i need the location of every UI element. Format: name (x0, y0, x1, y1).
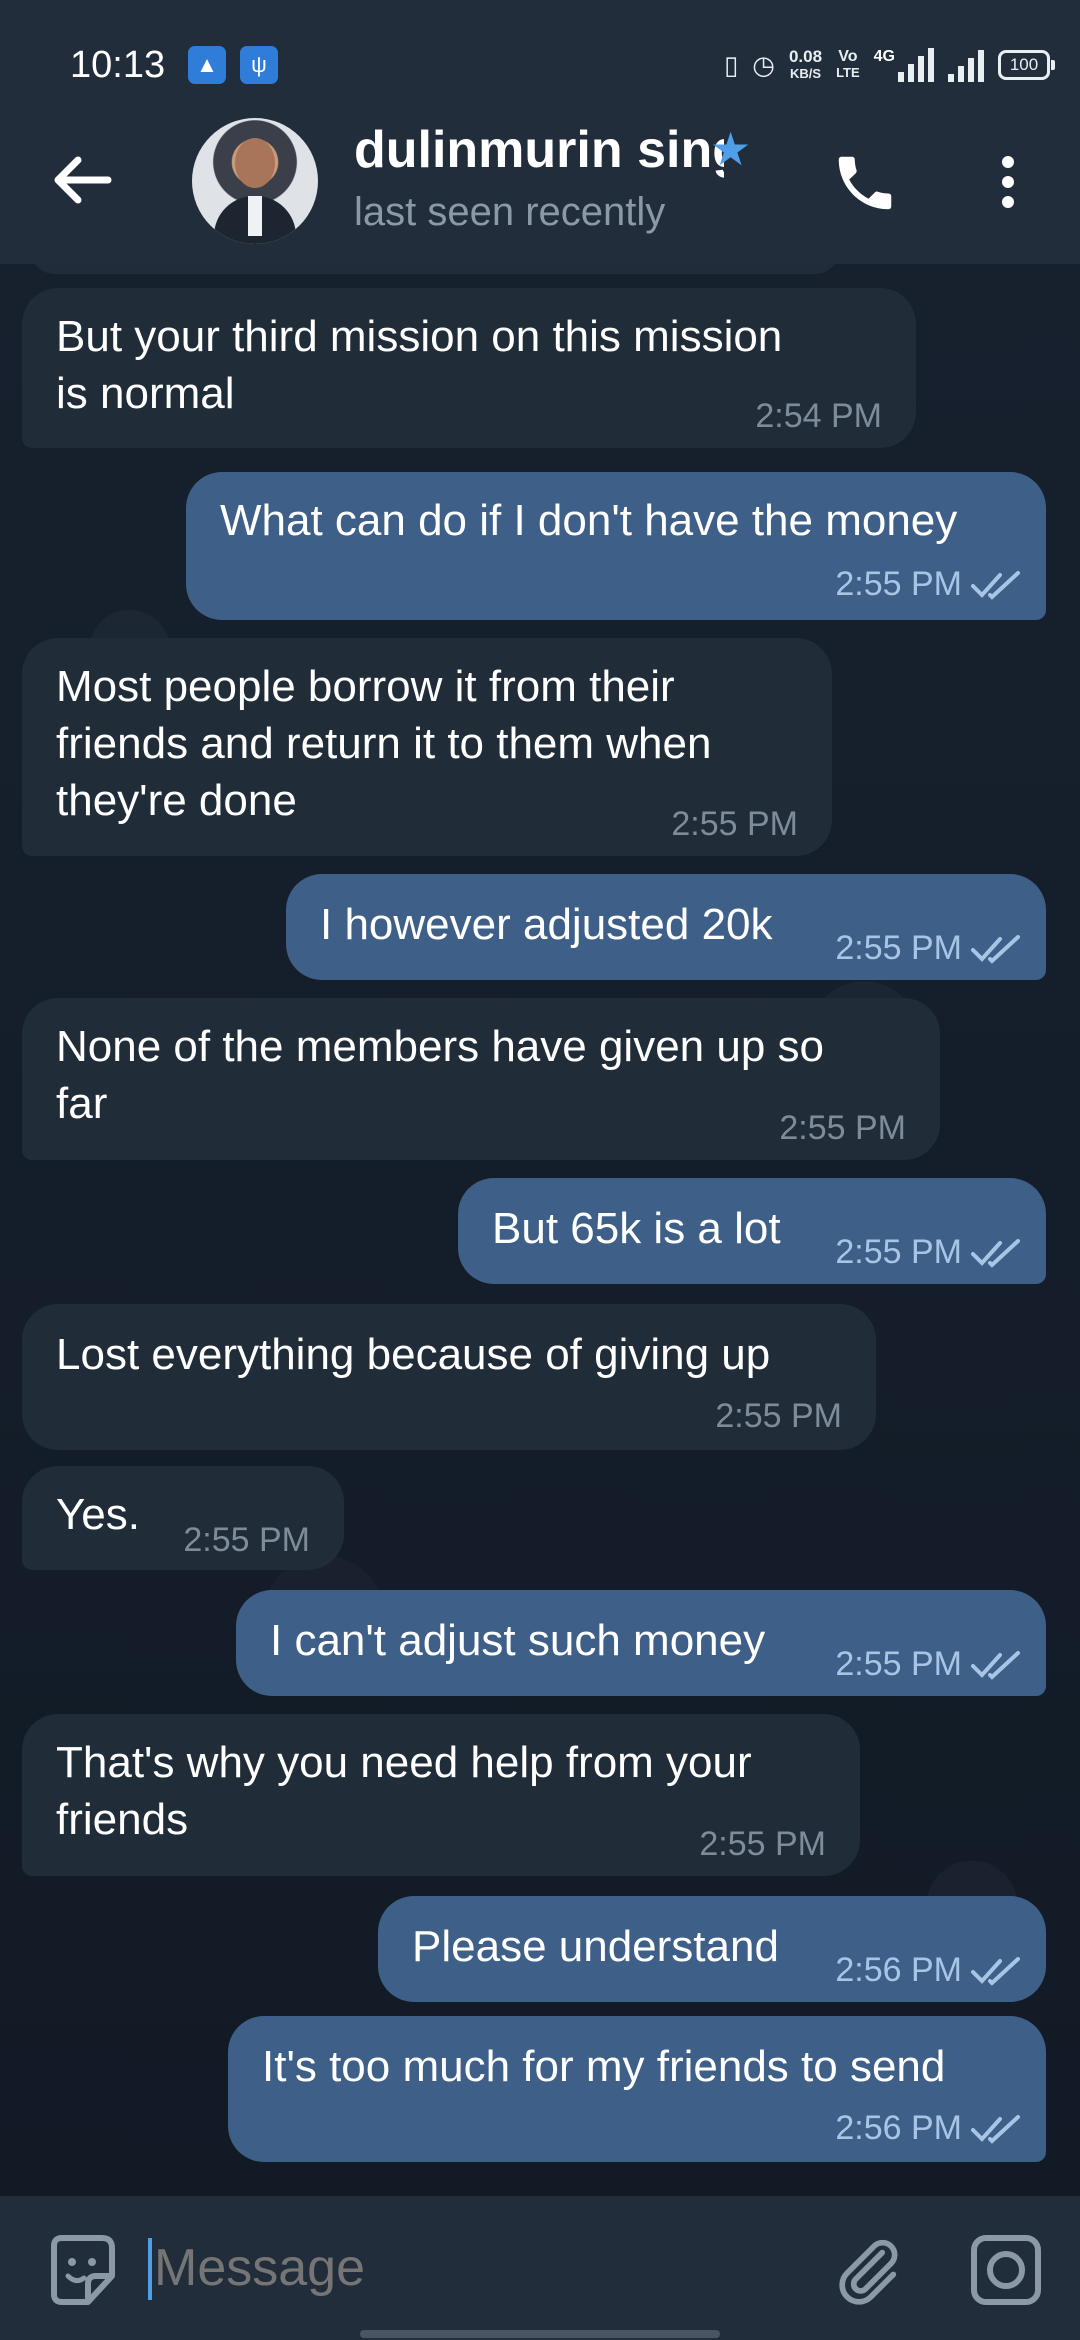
contact-last-seen: last seen recently (354, 190, 666, 234)
volte-indicator: Vo LTE (836, 49, 860, 81)
more-dot (1002, 156, 1014, 168)
message-text: What can do if I don't have the money (220, 496, 958, 545)
read-checkmarks-icon (971, 1651, 1020, 1680)
top-bar: 10:13 ▲ ψ ▯ ◷ 0.08 KB/S Vo LTE 4G 100 du… (0, 0, 1080, 264)
read-checkmarks-icon (971, 935, 1020, 964)
message-text: I can't adjust such money (270, 1616, 766, 1665)
message-composer (0, 2196, 1080, 2340)
message-text: But your third mission on this mission i… (56, 312, 783, 418)
message-text: Most people borrow it from their friends… (56, 662, 712, 825)
star-icon: ★ (710, 123, 752, 175)
read-checkmarks-icon (971, 1957, 1020, 1986)
more-dot (1002, 176, 1014, 188)
message-text: None of the members have given up so far (56, 1022, 825, 1128)
read-checkmarks-icon (971, 1239, 1020, 1268)
network-speed-value: 0.08 (788, 47, 823, 66)
usb-notification-icon: ψ (240, 46, 278, 84)
network-type-label: 4G (873, 48, 895, 65)
status-icons: ▯ ◷ 0.08 KB/S Vo LTE 4G 100 (723, 42, 1055, 88)
message-bubble-incoming[interactable]: That's why you need help from your frien… (22, 1714, 860, 1876)
instant-camera-icon (971, 2235, 1041, 2305)
message-time: 2:55 PM (183, 1521, 310, 1559)
message-time: 2:55 PM (671, 805, 798, 843)
message-time: 2:55 PM (715, 1397, 842, 1435)
avatar[interactable] (192, 118, 318, 244)
attach-button[interactable] (830, 2232, 906, 2308)
paperclip-icon (839, 2239, 898, 2305)
more-options-button[interactable] (990, 150, 1026, 216)
contact-name[interactable]: dulinmurin sing (354, 118, 724, 182)
camera-button[interactable] (968, 2232, 1044, 2308)
message-time: 2:55 PM (835, 1233, 962, 1271)
alarm-icon: ◷ (752, 50, 775, 80)
sticker-button[interactable] (44, 2232, 120, 2308)
network-speed-unit: KB/S (789, 66, 822, 81)
message-time: 2:56 PM (835, 1951, 962, 1989)
android-notification-icon: ▲ (188, 46, 226, 84)
call-button[interactable] (830, 148, 900, 218)
status-bar: 10:13 ▲ ψ ▯ ◷ 0.08 KB/S Vo LTE 4G 100 (0, 0, 1080, 130)
message-bubble-incoming[interactable]: But your third mission on this mission i… (22, 288, 916, 448)
battery-icon: 100 (998, 50, 1055, 80)
message-bubble-outgoing[interactable]: What can do if I don't have the money 2:… (186, 472, 1046, 620)
avatar-face (235, 138, 275, 188)
message-bubble-incoming[interactable]: Lost everything because of giving up 2:5… (22, 1304, 876, 1450)
message-bubble-incoming[interactable]: Yes. 2:55 PM (22, 1466, 344, 1570)
sticker-smile-icon (51, 2235, 115, 2305)
message-time: 2:55 PM (835, 929, 962, 967)
network-speed: 0.08 KB/S (789, 48, 822, 82)
read-checkmarks-icon (971, 2115, 1020, 2144)
volte-line1: Vo (838, 48, 858, 65)
message-text: I however adjusted 20k (320, 900, 773, 949)
status-time: 10:13 (70, 44, 166, 86)
message-time: 2:55 PM (835, 565, 962, 603)
arrow-left-icon (54, 156, 112, 204)
battery-level: 100 (1009, 55, 1039, 74)
signal-4g: 4G (874, 48, 934, 82)
back-button[interactable] (48, 150, 118, 210)
message-input[interactable] (150, 2232, 794, 2304)
volte-line2: LTE (836, 65, 860, 80)
message-bubble-incoming[interactable]: Most people borrow it from their friends… (22, 638, 832, 856)
message-text: Yes. (56, 1490, 141, 1539)
message-time: 2:56 PM (835, 2109, 962, 2147)
message-bubble-outgoing[interactable]: It's too much for my friends to send 2:5… (228, 2016, 1046, 2162)
message-time: 2:55 PM (779, 1109, 906, 1147)
vibrate-icon: ▯ (723, 50, 739, 80)
phone-icon (838, 156, 892, 210)
message-time: 2:55 PM (835, 1645, 962, 1683)
message-time: 2:55 PM (699, 1825, 826, 1863)
read-checkmarks-icon (971, 571, 1020, 600)
signal-strength-icon (898, 48, 934, 82)
message-text: That's why you need help from your frien… (56, 1738, 752, 1844)
message-text: But 65k is a lot (492, 1204, 781, 1253)
message-text: Lost everything because of giving up (56, 1330, 771, 1379)
signal-strength-icon-2 (948, 48, 984, 82)
message-text: It's too much for my friends to send (262, 2042, 946, 2091)
message-bubble-incoming[interactable]: None of the members have given up so far… (22, 998, 940, 1160)
message-bubble-outgoing[interactable]: I however adjusted 20k 2:55 PM (286, 874, 1046, 980)
home-indicator (360, 2330, 720, 2338)
message-bubble-partial (30, 264, 840, 274)
message-text: Please understand (412, 1922, 779, 1971)
chat-messages[interactable]: But your third mission on this mission i… (0, 264, 1080, 2196)
more-dot (1002, 196, 1014, 208)
message-bubble-outgoing[interactable]: Please understand 2:56 PM (378, 1896, 1046, 2002)
avatar-shirt (248, 196, 262, 236)
message-bubble-outgoing[interactable]: I can't adjust such money 2:55 PM (236, 1590, 1046, 1696)
message-time: 2:54 PM (755, 397, 882, 435)
message-bubble-outgoing[interactable]: But 65k is a lot 2:55 PM (458, 1178, 1046, 1284)
